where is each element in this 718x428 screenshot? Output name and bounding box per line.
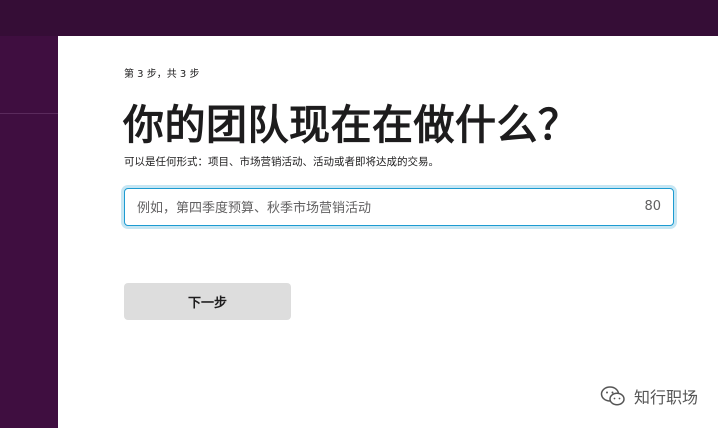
page-title: 你的团队现在在做什么？ [123, 101, 580, 149]
page-subtitle: 可以是任何形式：项目、市场营销活动、活动或者即将达成的交易。 [124, 156, 439, 168]
sidebar-divider [0, 113, 58, 114]
watermark-text: 知行职场 [633, 388, 698, 407]
sidebar [0, 36, 58, 428]
watermark: 知行职场 [600, 384, 698, 408]
main-panel: 第 3 步，共 3 步 你的团队现在在做什么？ 可以是任何形式：项目、市场营销活… [58, 36, 718, 428]
step-indicator: 第 3 步，共 3 步 [124, 69, 200, 80]
char-counter: 80 [644, 199, 661, 214]
wechat-icon [600, 386, 625, 406]
project-name-field: 80 [124, 188, 674, 227]
next-button[interactable]: 下一步 [124, 283, 291, 320]
project-name-input[interactable] [135, 189, 619, 227]
top-bar [0, 0, 718, 36]
